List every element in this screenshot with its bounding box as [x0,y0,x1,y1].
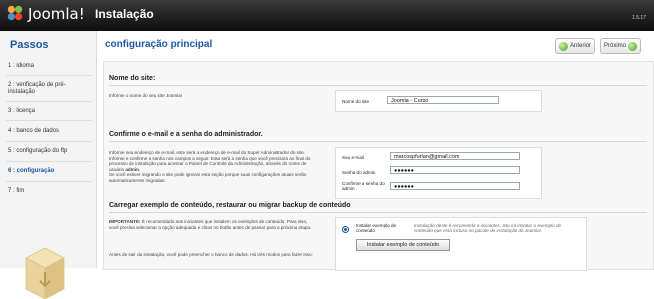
email-label: Seu e-mail [342,155,364,160]
admin-desc-email: Informe seu endereço de e-mail, este ser… [109,150,306,155]
section-divider [109,212,647,213]
sample-content-heading: Carregar exemplo de conteúdo, restaurar … [109,202,351,209]
step-license: 3 : licença [8,108,36,114]
step-finish: 7 : fim [8,188,25,194]
password-label: Senha do admin [342,170,376,175]
app-header: Joomla! Instalação 1.5.17 [0,0,654,31]
step-configuration: 6 : configuração [8,168,55,174]
password-field[interactable]: ●●●●●● [390,166,520,174]
install-sample-radio[interactable] [342,226,349,233]
confirm-password-field[interactable]: ●●●●●● [390,182,520,190]
admin-desc-password: Informe e confirme a senha nos campos a … [109,155,311,172]
steps-sidebar: Passos 1 : idioma 2 : verificação de pré… [0,31,97,299]
step-divider [6,181,92,182]
previous-arrow-icon [559,41,568,51]
page-title: configuração principal [105,39,213,50]
sample-options-box: Instalar exemplo de conteúdo Instalação … [335,217,587,271]
site-name-heading: Nome do site: [109,75,156,82]
step-idioma: 1 : idioma [8,63,35,69]
step-database: 4 : banco de dados [8,128,60,134]
step-divider [6,161,92,162]
sidebar-title: Passos [10,39,49,51]
site-name-label: Nome do site [342,99,370,104]
admin-credentials-box: Seu e-mail marcospfurlan@gmail.com Senha… [335,147,542,199]
main-content: configuração principal Anterior Próximo … [100,31,654,271]
email-field[interactable]: marcospfurlan@gmail.com [390,152,520,160]
admin-heading: Confirme o e-mail e a senha do administr… [109,131,263,138]
sample-important-text: IMPORTANTE: É recomendado aos iniciantes… [109,219,314,230]
version-label: 1.5.17 [632,15,646,21]
next-arrow-icon [628,41,638,51]
important-label: IMPORTANTE: [109,219,141,224]
step-divider [6,120,92,121]
config-panel: Nome do site: Informe o nome do seu site… [103,61,654,271]
admin-description: Informe seu endereço de e-mail, este ser… [109,150,311,183]
install-sample-label: Instalar exemplo de conteúdo [356,223,397,233]
previous-label: Anterior [570,43,592,49]
section-divider [109,141,647,142]
step-divider [6,141,92,142]
site-name-description: Informe o nome do seu site Joomla! [109,93,183,98]
sample-before-text: Antes de sair da instalação, você pode p… [109,252,313,257]
admin-desc-username: admin [125,166,139,172]
confirm-password-label: Confirme a senha do admin [342,181,385,191]
site-name-box: Nome do site Joomla - Curso [335,90,542,112]
section-divider [109,85,647,86]
joomla-logo-icon [7,5,23,21]
install-sample-button[interactable]: Instalar exemplo de conteúdo [356,239,450,251]
step-ftp: 5 : configuração do ftp [8,148,68,154]
step-divider [6,75,92,76]
step-divider [6,101,92,102]
header-title: Instalação [95,7,154,21]
install-box-icon [25,247,65,299]
brand-name: Joomla! [28,5,85,23]
install-sample-note: Instalação deste é recomenda a iniciante… [414,223,562,233]
admin-desc-migrate: Se você estiver migrando o site pode ign… [109,172,307,183]
next-button[interactable]: Próximo [600,38,642,54]
site-name-input[interactable]: Joomla - Curso [387,96,499,104]
next-label: Próximo [604,43,627,49]
step-pre-install: 2 : verificação de pré-instalação [8,82,66,95]
previous-button[interactable]: Anterior [555,38,596,54]
